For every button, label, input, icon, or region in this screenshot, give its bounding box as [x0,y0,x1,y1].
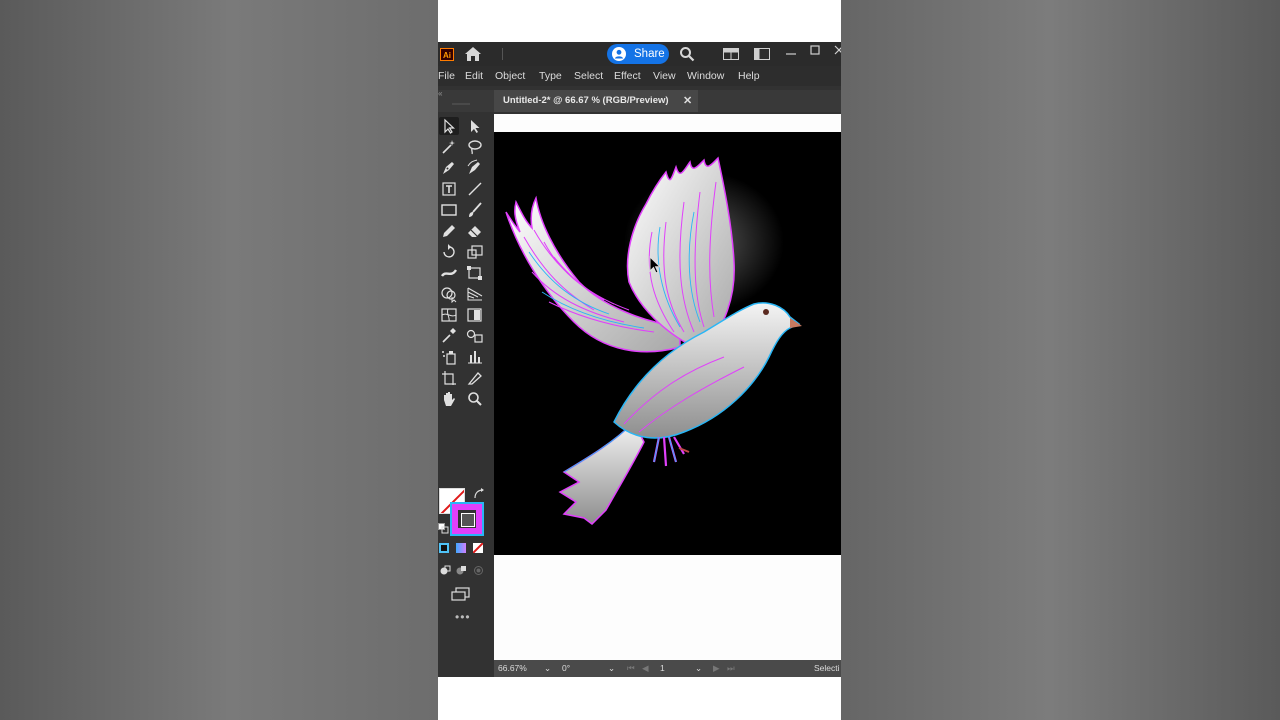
zoom-dropdown-icon[interactable]: ⌄ [544,660,551,677]
artboard-dropdown-icon[interactable]: ⌄ [695,660,702,677]
default-fill-stroke-icon[interactable] [438,523,449,534]
menu-window[interactable]: Window [687,69,724,83]
artboard-image[interactable] [494,132,841,555]
menu-effect[interactable]: Effect [614,69,641,83]
app-logo: Ai [440,48,454,61]
pencil-tool-icon[interactable] [439,222,459,240]
width-tool-icon[interactable] [439,264,459,282]
menu-bar: File Edit Object Type Select Effect View… [438,66,841,86]
title-bar: Ai Share [438,42,841,66]
menu-file[interactable]: File [438,69,455,83]
search-icon[interactable] [679,46,695,62]
draw-normal-icon[interactable] [440,565,451,576]
stroke-color-swatch[interactable] [450,502,484,536]
close-icon[interactable] [834,44,841,56]
menu-select[interactable]: Select [574,69,603,83]
rectangle-tool-icon[interactable] [439,201,459,219]
share-button[interactable]: Share [607,44,669,64]
tools-panel: ••• [438,103,488,660]
symbol-sprayer-tool-icon[interactable] [439,348,459,366]
selection-tool-icon[interactable] [439,117,459,135]
eraser-tool-icon[interactable] [465,222,485,240]
shape-builder-tool-icon[interactable] [439,285,459,303]
menu-help[interactable]: Help [738,69,760,83]
column-graph-tool-icon[interactable] [465,348,485,366]
rotate-tool-icon[interactable] [439,243,459,261]
type-tool-icon[interactable] [439,180,459,198]
blend-tool-icon[interactable] [465,327,485,345]
perspective-grid-tool-icon[interactable] [465,285,485,303]
menu-view[interactable]: View [653,69,676,83]
illustrator-window: Ai Share File Edit Object Type Select Ef… [438,42,841,677]
video-frame: Ai Share File Edit Object Type Select Ef… [438,0,841,720]
home-icon[interactable] [464,46,482,62]
eyedropper-tool-icon[interactable] [439,327,459,345]
status-bar: 66.67% ⌄ 0° ⌄ ⏮ ◀ 1 ⌄ ▶ ⏭ Selecti [494,660,841,677]
color-mode-button[interactable] [439,543,449,553]
previous-artboard-icon[interactable]: ◀ [642,660,649,677]
tab-close-icon[interactable]: ✕ [683,90,692,112]
magic-wand-tool-icon[interactable] [439,138,459,156]
direct-selection-tool-icon[interactable] [465,117,485,135]
hand-tool-icon[interactable] [439,390,459,408]
free-transform-tool-icon[interactable] [465,264,485,282]
paintbrush-tool-icon[interactable] [465,201,485,219]
rotation-field[interactable]: 0° [562,660,570,677]
slice-tool-icon[interactable] [465,369,485,387]
draw-behind-icon[interactable] [456,565,467,576]
minimize-icon[interactable] [786,48,796,56]
line-segment-tool-icon[interactable] [465,180,485,198]
lasso-tool-icon[interactable] [465,138,485,156]
curvature-tool-icon[interactable] [465,159,485,177]
zoom-tool-icon[interactable] [465,390,485,408]
title-separator [502,48,503,60]
scale-tool-icon[interactable] [465,243,485,261]
toolbar-grip[interactable] [452,103,470,105]
menu-type[interactable]: Type [539,69,562,83]
swap-fill-stroke-icon[interactable] [473,488,485,500]
gradient-tool-icon[interactable] [465,306,485,324]
zoom-level-field[interactable]: 66.67% [498,660,527,677]
document-tab-strip: « Untitled-2* @ 66.67 % (RGB/Preview) ✕ [438,90,841,112]
first-artboard-icon[interactable]: ⏮ [627,660,635,677]
maximize-icon[interactable] [810,45,820,55]
last-artboard-icon[interactable]: ⏭ [727,660,735,677]
rotation-dropdown-icon[interactable]: ⌄ [608,660,615,677]
menu-edit[interactable]: Edit [465,69,483,83]
screen-mode-icon[interactable] [451,587,471,601]
menu-object[interactable]: Object [495,69,525,83]
document-tab-title: Untitled-2* @ 66.67 % (RGB/Preview) [503,95,669,106]
status-info-text: Selecti [814,663,840,673]
dove-artwork [494,132,841,555]
gradient-mode-button[interactable] [456,543,466,553]
arrange-documents-icon[interactable] [723,48,739,60]
edit-toolbar-button[interactable]: ••• [455,611,471,623]
share-label: Share [634,48,665,60]
user-icon [612,47,626,61]
draw-inside-icon[interactable] [473,565,484,576]
next-artboard-icon[interactable]: ▶ [713,660,720,677]
pen-tool-icon[interactable] [439,159,459,177]
mesh-tool-icon[interactable] [439,306,459,324]
artboard-number-field[interactable]: 1 [660,660,665,677]
artboard-tool-icon[interactable] [439,369,459,387]
document-tab[interactable]: Untitled-2* @ 66.67 % (RGB/Preview) ✕ [494,90,698,112]
panel-icon[interactable] [754,48,770,60]
mouse-cursor-icon [649,256,662,274]
document-canvas[interactable] [494,114,841,660]
none-mode-button[interactable] [473,543,483,553]
collapse-toolbar-icon[interactable]: « [438,90,442,98]
